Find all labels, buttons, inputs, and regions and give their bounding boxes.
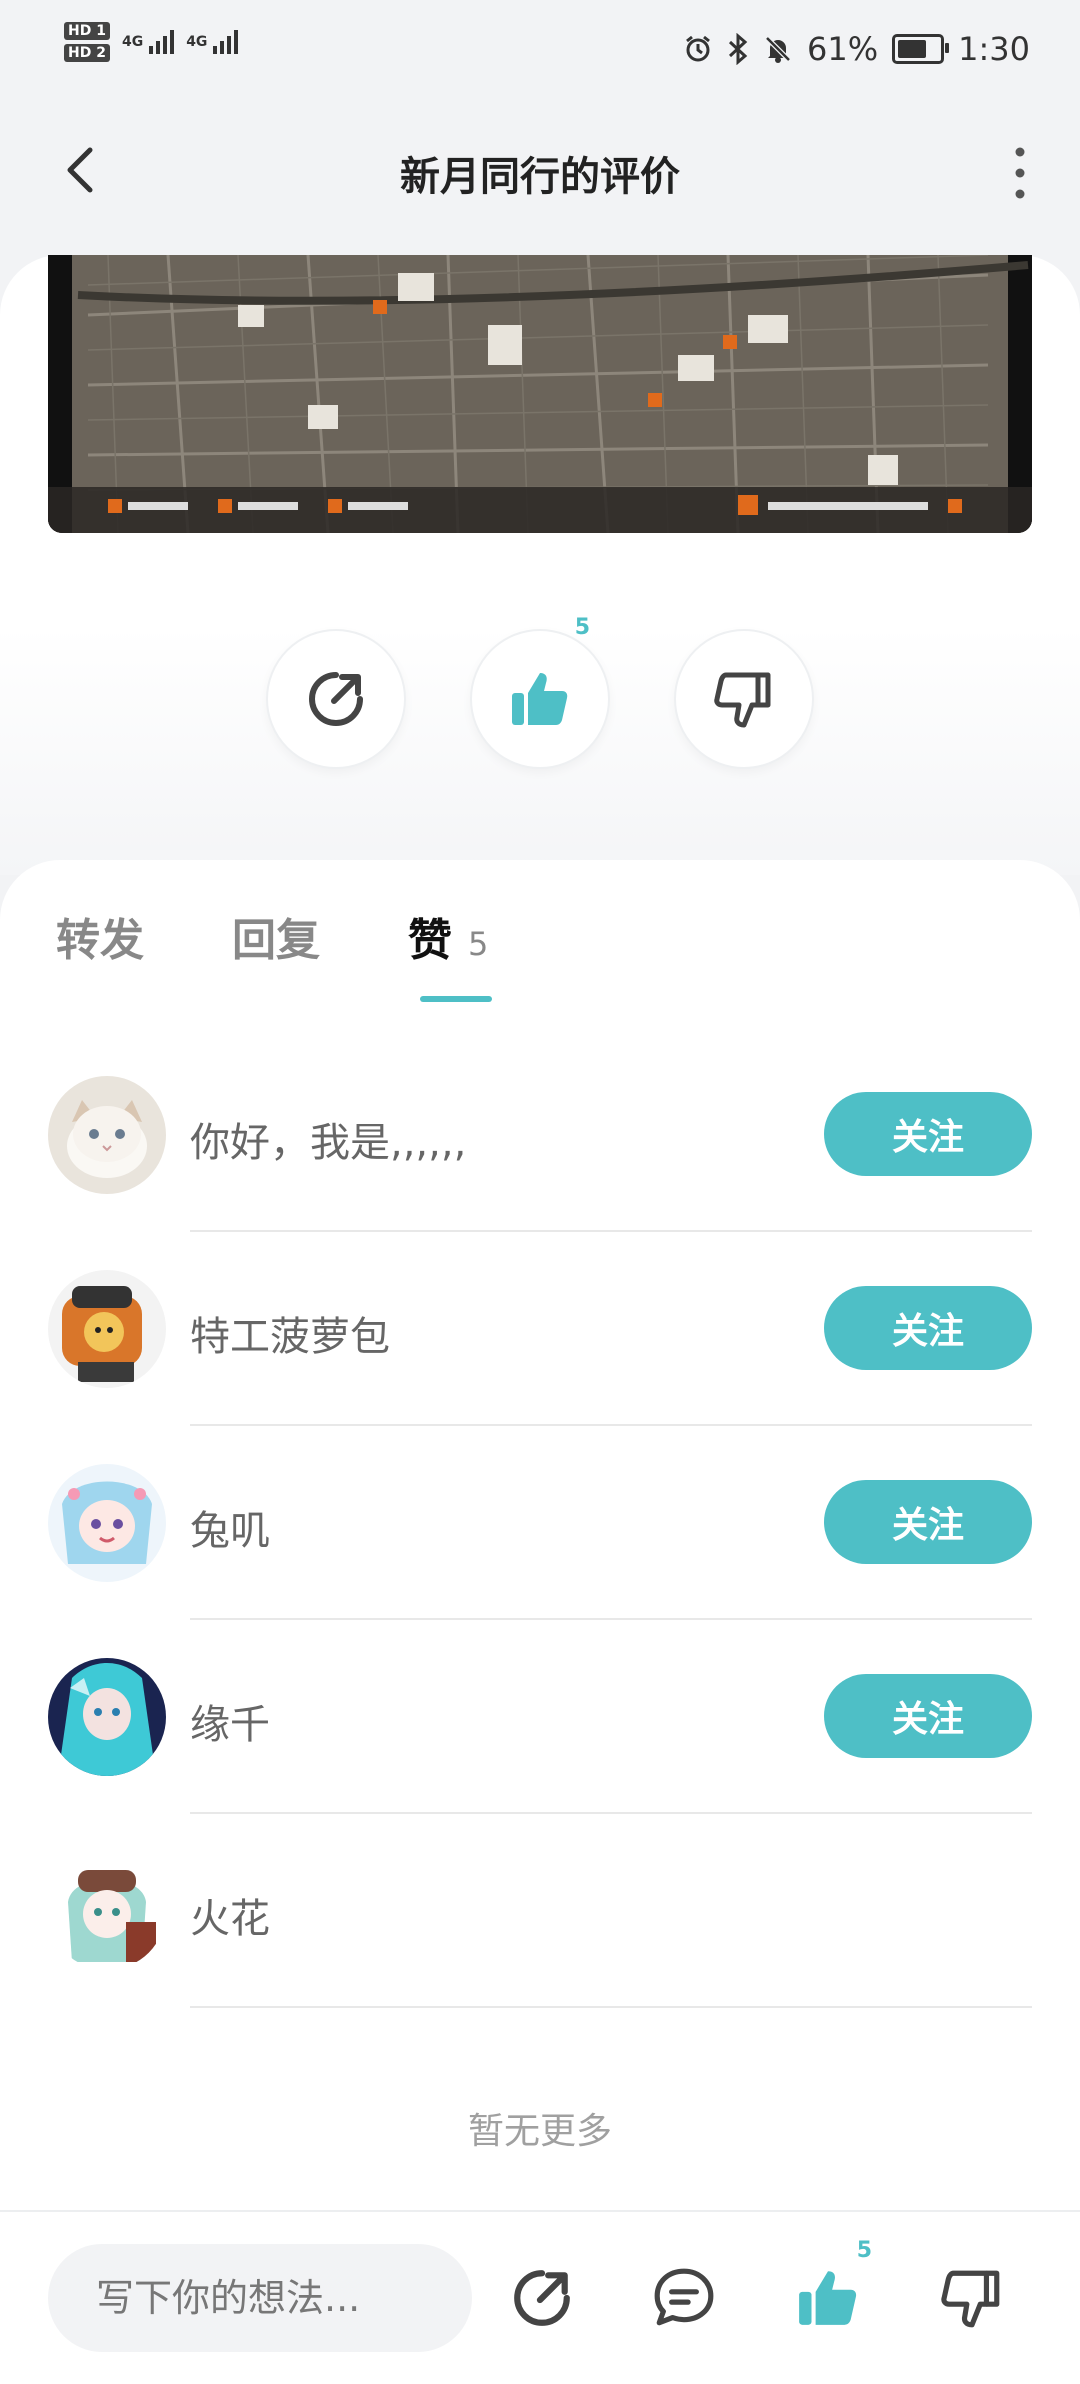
thumbs-up-icon	[799, 2271, 857, 2325]
nav-header: 新月同行的评价	[0, 100, 1080, 240]
more-vertical-icon	[1015, 147, 1025, 199]
comment-button[interactable]	[638, 2252, 730, 2344]
avatar[interactable]	[48, 1270, 166, 1388]
thumbs-down-icon	[714, 672, 771, 728]
mute-bell-icon	[765, 36, 791, 63]
tab-label: 赞	[408, 915, 452, 966]
tab-reposts[interactable]: 转发	[56, 904, 144, 968]
tab-replies[interactable]: 回复	[232, 904, 320, 968]
username[interactable]: 缘千	[190, 1692, 270, 1750]
network-type-1: 4G	[121, 34, 144, 50]
tab-indicator	[420, 996, 492, 1002]
thumbs-up-icon	[512, 673, 568, 725]
map-image	[48, 255, 1032, 533]
dislike-button[interactable]	[926, 2252, 1018, 2344]
tab-label: 转发	[56, 915, 144, 966]
more-options-button[interactable]	[1000, 146, 1040, 200]
battery-icon	[892, 34, 950, 64]
signal-group: HD 1 HD 2 4G 4G	[64, 22, 239, 62]
list-item[interactable]: 兔叽 关注	[0, 1426, 1080, 1620]
sim2-badge: HD 2	[64, 44, 110, 62]
share-icon	[514, 2270, 570, 2326]
no-more-text: 暂无更多	[467, 2111, 612, 2152]
list-item[interactable]: 你好，我是,,,,,, 关注	[0, 1038, 1080, 1232]
divider	[190, 2006, 1032, 2008]
share-button[interactable]	[496, 2252, 588, 2344]
signal-icon	[213, 30, 239, 54]
share-action-button[interactable]	[266, 629, 406, 769]
follow-button[interactable]: 关注	[824, 1092, 1032, 1176]
avatar[interactable]	[48, 1076, 166, 1194]
tab-label: 回复	[232, 915, 320, 966]
sim1-badge: HD 1	[64, 22, 110, 40]
avatar[interactable]	[48, 1658, 166, 1776]
share-icon	[309, 672, 363, 726]
username[interactable]: 你好，我是,,,,,,	[190, 1110, 466, 1168]
bottom-bar: 5	[0, 2210, 1080, 2384]
username[interactable]: 火花	[190, 1886, 270, 1944]
likes-sheet: 转发 回复 赞5 你好，我是,,,,,, 关注 特工菠萝包 关注 兔叽 关注 缘…	[0, 860, 1080, 2210]
review-content: 5	[0, 255, 1080, 875]
status-bar: HD 1 HD 2 4G 4G 61% 1:30	[0, 0, 1080, 100]
avatar[interactable]	[48, 1852, 166, 1970]
thumbs-down-icon	[941, 2270, 1000, 2328]
network-type-2: 4G	[186, 34, 208, 50]
username[interactable]: 兔叽	[190, 1498, 270, 1556]
alarm-icon	[686, 35, 710, 62]
signal-icon	[149, 30, 175, 54]
avatar[interactable]	[48, 1464, 166, 1582]
like-count-badge: 5	[574, 615, 590, 640]
list-item[interactable]: 特工菠萝包 关注	[0, 1232, 1080, 1426]
comment-icon	[654, 2268, 714, 2326]
dislike-action-button[interactable]	[674, 629, 814, 769]
follow-button[interactable]: 关注	[824, 1480, 1032, 1564]
game-map-screenshot[interactable]	[48, 255, 1032, 533]
tab-count: 5	[468, 925, 489, 963]
tab-bar: 转发 回复 赞5	[56, 904, 488, 968]
tab-likes[interactable]: 赞5	[408, 904, 488, 968]
clock: 1:30	[958, 30, 1030, 68]
bluetooth-icon	[728, 33, 748, 65]
like-action-button[interactable]: 5	[470, 615, 610, 769]
page-title: 新月同行的评价	[400, 154, 680, 200]
like-count-badge: 5	[856, 2238, 872, 2263]
follow-button[interactable]: 关注	[824, 1286, 1032, 1370]
list-item[interactable]: 火花	[0, 1814, 1080, 2008]
comment-input[interactable]	[48, 2244, 472, 2352]
username[interactable]: 特工菠萝包	[190, 1304, 390, 1362]
like-button[interactable]: 5	[782, 2238, 874, 2344]
follow-button[interactable]: 关注	[824, 1674, 1032, 1758]
list-item[interactable]: 缘千 关注	[0, 1620, 1080, 1814]
battery-percent: 61%	[807, 30, 879, 68]
